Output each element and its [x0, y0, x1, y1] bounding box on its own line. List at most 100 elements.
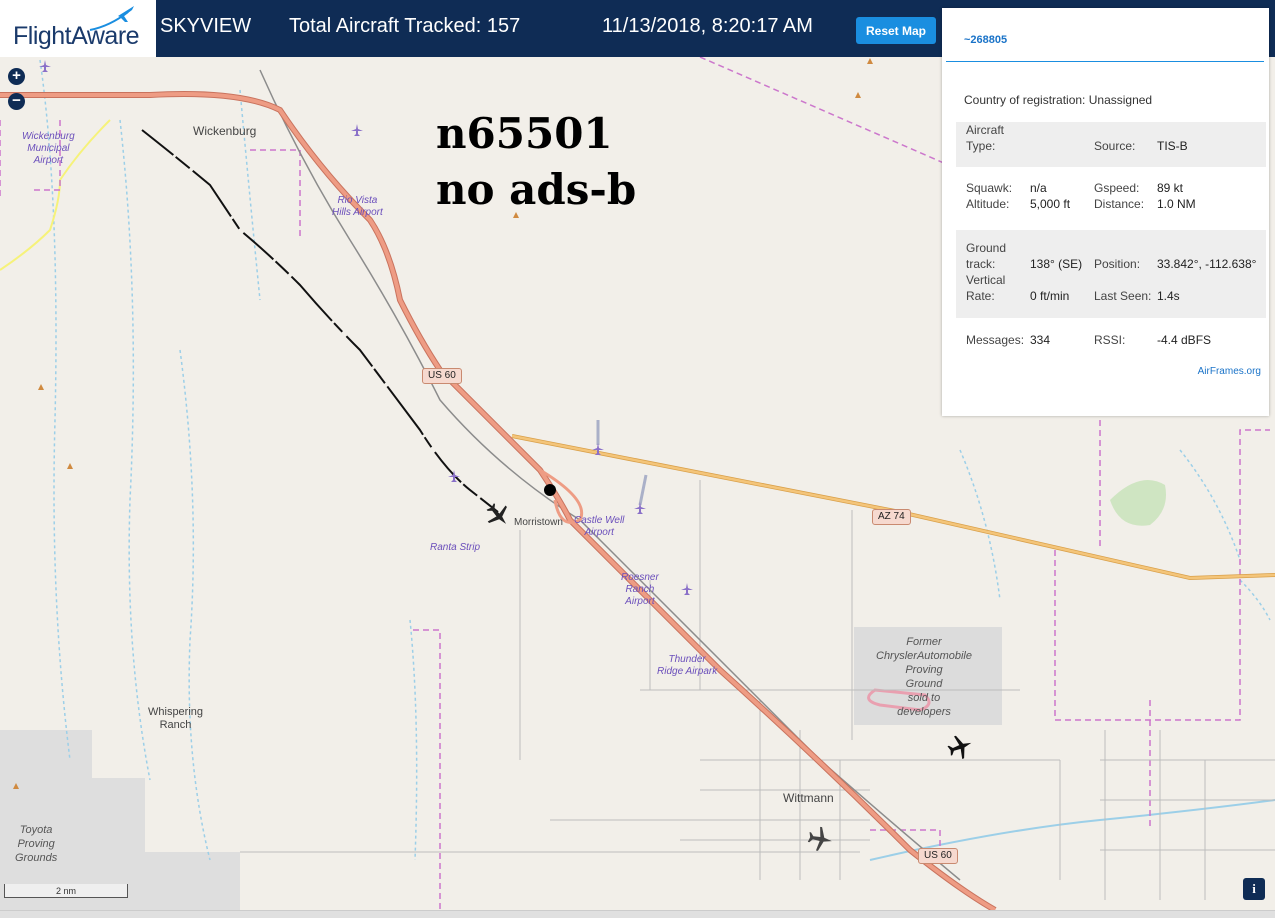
airport-icon[interactable] [591, 442, 605, 456]
place-label-morristown: Morristown [514, 517, 563, 528]
position-label: Position: [1094, 257, 1141, 271]
airport-label-roesner: Roesner Ranch Airport [621, 572, 659, 608]
ground-track-label-1: Ground [966, 241, 1007, 255]
whispering-line-1: Whispering [148, 706, 204, 718]
squawk-label: Squawk: [966, 181, 1013, 195]
place-label-wickenburg: Wickenburg [193, 124, 257, 138]
source-value: TIS-B [1157, 139, 1188, 153]
squawk-value: n/a [1030, 181, 1047, 195]
selected-aircraft-icon[interactable] [484, 501, 512, 529]
panel-row-track-position: Ground track: 138° (SE) Position: 33.842°… [956, 230, 1266, 318]
annotation-text: n65501 no ads-b [436, 106, 636, 218]
airport-icon[interactable] [38, 59, 52, 73]
vertical-rate-value: 0 ft/min [1030, 289, 1070, 303]
road-shield-az74: AZ 74 [872, 509, 911, 525]
area-label-chrysler-proving-ground: Former ChryslerAutomobile Proving Ground… [876, 635, 972, 719]
distance-label: Distance: [1094, 197, 1145, 211]
airport-label-ranta-strip: Ranta Strip [430, 542, 481, 553]
vertical-rate-label-2: Rate: [966, 289, 995, 303]
airport-icon[interactable] [447, 469, 461, 483]
source-label: Source: [1094, 139, 1136, 153]
wickenburg-airport-line-2: Municipal [27, 143, 70, 154]
app-name: SKYVIEW [160, 15, 252, 37]
aircraft-icon[interactable] [806, 825, 834, 853]
place-label-whispering-ranch: Whispering Ranch [148, 706, 203, 732]
ground-track-label-2: track: [966, 257, 996, 271]
wickenburg-airport-line-3: Airport [33, 155, 64, 166]
toyota-line-3: Grounds [15, 852, 58, 864]
vertical-rate-label-1: Vertical [966, 273, 1006, 287]
country-label: Country of registration: [964, 93, 1086, 107]
airport-label-castle-well: Castle Well Airport [574, 515, 624, 539]
map-info-button[interactable]: i [1243, 878, 1265, 900]
castlewell-line-2: Airport [584, 527, 614, 538]
rssi-value: -4.4 dBFS [1157, 333, 1212, 347]
airport-icon[interactable] [680, 582, 694, 596]
aircraft-type-label-2: Type: [966, 139, 996, 153]
aircraft-type-label: Aircraft Type: [966, 122, 1004, 154]
airport-label-wickenburg: Wickenburg Municipal Airport [22, 131, 75, 167]
road-shield-us60: US 60 [918, 848, 958, 864]
gspeed-label: Gspeed: [1094, 181, 1140, 195]
panel-row-type-source: Aircraft Type: Source: TIS-B [956, 122, 1266, 167]
roesner-line-2: Ranch [625, 584, 655, 595]
map-scale-bar: 2 nm [4, 884, 128, 898]
annotation-line-2: no ads-b [436, 165, 637, 214]
wickenburg-airport-line-1: Wickenburg [22, 131, 75, 142]
ground-track-value: 138° (SE) [1030, 257, 1083, 271]
panel-row-squawk-speed: Squawk: n/a Gspeed: 89 kt Altitude: 5,00… [956, 180, 1266, 216]
panel-divider [946, 61, 1264, 62]
airport-icon[interactable] [633, 501, 647, 515]
rssi-label: RSSI: [1094, 333, 1126, 347]
distance-value: 1.0 NM [1157, 197, 1196, 211]
messages-label: Messages: [966, 333, 1025, 347]
airframes-link[interactable]: AirFrames.org [1198, 366, 1261, 377]
messages-value: 334 [1030, 333, 1051, 347]
reset-map-button[interactable]: Reset Map [856, 17, 936, 44]
castlewell-line-1: Castle Well [574, 515, 625, 526]
logo-plane-icon [89, 6, 134, 31]
panel-row-messages-rssi: Messages: 334 RSSI: -4.4 dBFS [956, 332, 1266, 352]
zoom-in-button[interactable]: + [8, 68, 25, 85]
aircraft-hex-id[interactable]: ~268805 [964, 34, 1007, 46]
chrysler-line-5: sold to [907, 692, 941, 704]
thunder-line-2: Ridge Airpark [657, 666, 718, 677]
chrysler-line-6: developers [897, 706, 951, 718]
aircraft-icon[interactable] [946, 733, 974, 761]
roesner-line-3: Airport [625, 596, 655, 607]
riovista-line-1: Rio Vista [337, 195, 378, 206]
last-seen-label: Last Seen: [1094, 289, 1152, 303]
country-value: Unassigned [1088, 93, 1153, 107]
chrysler-line-4: Ground [905, 678, 943, 690]
annotation-line-1: n65501 [436, 109, 613, 158]
chrysler-line-1: Former [906, 636, 942, 648]
aircraft-type-label-1: Aircraft [966, 123, 1005, 137]
place-label-wittmann: Wittmann [783, 791, 834, 805]
flightaware-logo[interactable]: FlightAware [0, 0, 156, 57]
riovista-line-2: Hills Airport [332, 207, 383, 218]
altitude-label: Altitude: [966, 197, 1010, 211]
current-datetime: 11/13/2018, 8:20:17 AM [602, 15, 813, 37]
airport-icon[interactable] [350, 123, 364, 137]
chrysler-line-2: ChryslerAutomobile [876, 650, 972, 662]
last-seen-value: 1.4s [1157, 289, 1180, 303]
airport-label-rio-vista: Rio Vista Hills Airport [332, 195, 383, 219]
position-value: 33.842°, -112.638° [1157, 257, 1257, 271]
gspeed-value: 89 kt [1157, 181, 1184, 195]
road-shield-us60: US 60 [422, 368, 462, 384]
ground-track-label: Ground track: [966, 240, 1006, 272]
country-of-registration: Country of registration: Unassigned [964, 93, 1152, 107]
total-aircraft-tracked: Total Aircraft Tracked: 157 [289, 15, 521, 37]
area-label-toyota-proving-grounds: Toyota Proving Grounds [15, 823, 57, 865]
roesner-line-1: Roesner [621, 572, 659, 583]
thunder-line-1: Thunder [668, 654, 706, 665]
whispering-line-2: Ranch [159, 719, 192, 731]
airport-label-thunder-ridge: Thunder Ridge Airpark [657, 654, 717, 678]
vertical-rate-label: Vertical Rate: [966, 272, 1005, 304]
altitude-value: 5,000 ft [1030, 197, 1071, 211]
toyota-line-1: Toyota [19, 824, 53, 836]
zoom-out-button[interactable]: − [8, 93, 25, 110]
toyota-line-2: Proving [17, 838, 55, 850]
chrysler-line-3: Proving [905, 664, 943, 676]
aircraft-info-panel: ~268805 Country of registration: Unassig… [942, 8, 1269, 416]
